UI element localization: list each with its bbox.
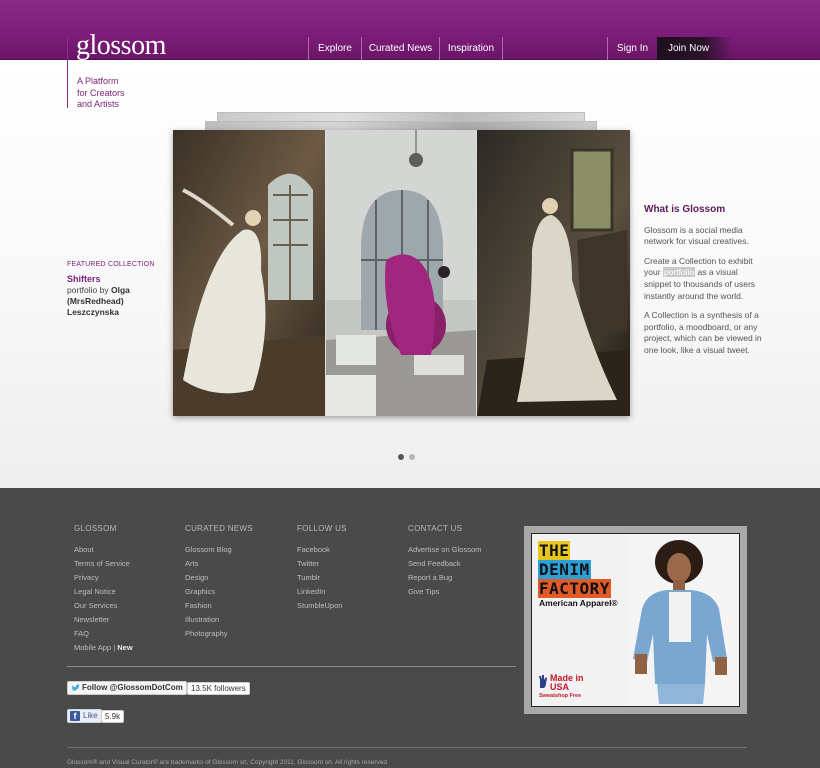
ad-model-photo [627,534,739,706]
nav-inspiration[interactable]: Inspiration [440,37,502,60]
nav-curated-news[interactable]: Curated News [362,37,439,60]
featured-title[interactable]: Shifters [67,274,167,284]
twitter-bird-icon [71,684,80,691]
account-nav: Sign In [607,37,657,60]
footer-link-give-tips[interactable]: Give Tips [408,585,518,599]
footer-link-about[interactable]: About [74,543,184,557]
ad-headline: THE DENIM FACTORY [538,541,611,598]
tagline: A Platform for Creators and Artists [77,76,125,109]
footer-link-arts[interactable]: Arts [185,557,295,571]
ad-banner[interactable]: THE DENIM FACTORY American Apparel® Made… [524,526,747,714]
tagline-rule [67,36,68,108]
footer-link-fashion[interactable]: Fashion [185,599,295,613]
collection-photo-2[interactable] [325,130,477,416]
hand-icon [539,675,547,688]
about-glossom: What is Glossom Glossom is a social medi… [644,204,764,365]
footer-column-follow-us: FOLLOW US Facebook Twitter Tumblr Linked… [297,524,407,613]
nav-explore[interactable]: Explore [309,37,361,60]
footer-link-newsletter[interactable]: Newsletter [74,613,184,627]
ad-made-in-usa-badge: Made in USA Sweatshop Free [539,673,584,699]
ad-brand: American Apparel® [539,598,618,608]
join-now-button[interactable]: Join Now [657,37,733,60]
footer: GLOSSOM About Terms of Service Privacy L… [0,488,820,768]
featured-author: portfolio by Olga (MrsRedhead) Leszczyns… [67,285,130,317]
footer-link-faq[interactable]: FAQ [74,627,184,641]
collection-viewer[interactable] [173,130,630,416]
footer-link-feedback[interactable]: Send Feedback [408,557,518,571]
footer-heading: GLOSSOM [74,524,117,533]
footer-column-curated-news: CURATED NEWS Glossom Blog Arts Design Gr… [185,524,295,641]
footer-link-facebook[interactable]: Facebook [297,543,407,557]
portfolio-highlight: portfolio [662,267,696,278]
slide-dot-1[interactable] [398,454,404,460]
copyright: Glossom® and Visual Curator® are tradema… [67,759,388,766]
facebook-icon: f [70,711,80,721]
footer-column-contact-us: CONTACT US Advertise on Glossom Send Fee… [408,524,518,599]
featured-collection: FEATURED COLLECTION Shifters portfolio b… [67,261,167,318]
ad-creative[interactable]: THE DENIM FACTORY American Apparel® Made… [531,533,740,707]
about-paragraph-1: Glossom is a social media network for vi… [644,224,749,247]
footer-link-illustration[interactable]: Illustration [185,613,295,627]
footer-divider [67,666,516,667]
collection-photo-3[interactable] [477,130,630,416]
logo[interactable]: glossom [76,30,166,62]
main-nav: Explore Curated News Inspiration [308,37,503,60]
footer-link-mobile-app[interactable]: Mobile App | New [74,641,184,655]
slide-dot-2[interactable] [409,454,415,460]
top-bar: glossom Explore Curated News Inspiration… [0,0,820,62]
twitter-follow-button[interactable]: Follow @GlossomDotCom [67,681,187,695]
collection-photo-1[interactable] [173,130,325,416]
footer-link-tumblr[interactable]: Tumblr [297,571,407,585]
footer-link-privacy[interactable]: Privacy [74,571,184,585]
nav-separator [502,37,503,60]
footer-link-report-bug[interactable]: Report a Bug [408,571,518,585]
footer-link-services[interactable]: Our Services [74,599,184,613]
twitter-follower-count: 13.5K followers [187,682,250,695]
footer-link-photography[interactable]: Photography [185,627,295,641]
footer-link-linkedin[interactable]: LinkedIn [297,585,407,599]
footer-link-blog[interactable]: Glossom Blog [185,543,295,557]
footer-column-glossom: GLOSSOM About Terms of Service Privacy L… [74,524,184,655]
featured-label: FEATURED COLLECTION [67,261,155,268]
footer-heading: CURATED NEWS [185,524,253,533]
facebook-like-button[interactable]: f Like [67,709,102,723]
footer-link-twitter[interactable]: Twitter [297,557,407,571]
sign-in-link[interactable]: Sign In [608,37,657,60]
about-paragraph-2: Create a Collection to exhibit your port… [644,255,756,301]
facebook-like-count: 5.9k [101,710,125,723]
footer-link-design[interactable]: Design [185,571,295,585]
footer-link-graphics[interactable]: Graphics [185,585,295,599]
footer-link-advertise[interactable]: Advertise on Glossom [408,543,518,557]
about-heading: What is Glossom [644,204,726,215]
footer-link-legal[interactable]: Legal Notice [74,585,184,599]
footer-link-stumbleupon[interactable]: StumbleUpon [297,599,407,613]
about-paragraph-3: A Collection is a synthesis of a portfol… [644,310,762,355]
footer-heading: FOLLOW US [297,524,347,533]
slideshow-pagination [398,454,415,460]
footer-link-terms[interactable]: Terms of Service [74,557,184,571]
footer-heading: CONTACT US [408,524,463,533]
footer-bottom-divider [67,747,747,748]
new-badge: New [117,643,133,652]
